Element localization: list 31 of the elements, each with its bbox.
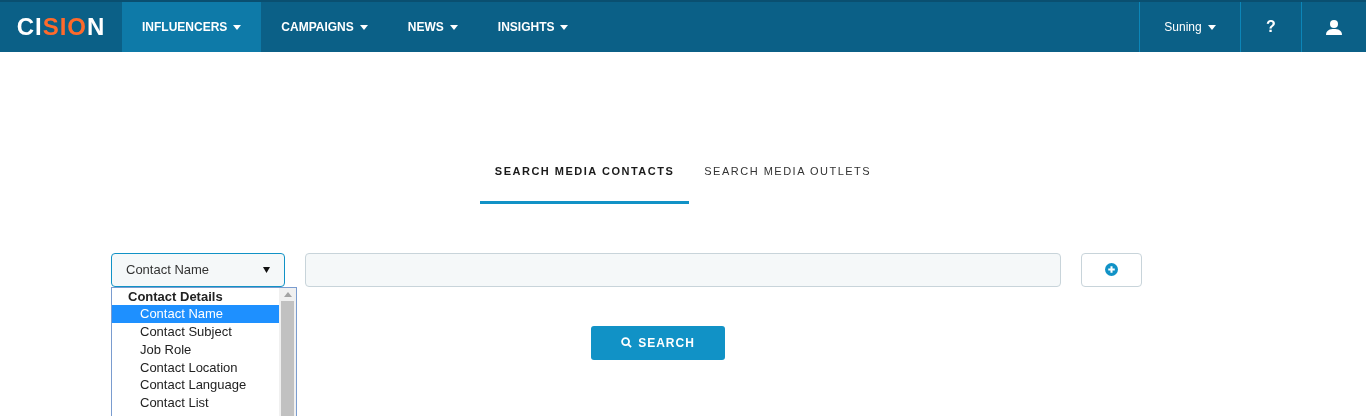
search-button[interactable]: SEARCH xyxy=(591,325,725,360)
caret-icon xyxy=(449,24,458,30)
caret-icon xyxy=(359,24,368,30)
scroll-up-icon xyxy=(283,291,292,297)
scrollbar[interactable] xyxy=(279,287,296,416)
search-input-field[interactable] xyxy=(305,252,1061,287)
option-group-label: Contact Details xyxy=(127,287,224,306)
dropdown-option[interactable]: Contact Language xyxy=(112,376,279,395)
search-tab[interactable]: SEARCH MEDIA OUTLETS xyxy=(689,157,887,204)
account-menu[interactable]: Suning xyxy=(1139,2,1240,52)
logo[interactable]: CISION xyxy=(0,2,122,52)
caret-icon xyxy=(263,266,270,273)
search-tab[interactable]: SEARCH MEDIA CONTACTS xyxy=(479,157,690,204)
add-button[interactable] xyxy=(1081,252,1142,287)
caret-icon xyxy=(233,24,242,30)
dropdown-option[interactable]: Job Role xyxy=(112,340,279,359)
caret-icon xyxy=(560,24,569,30)
search-icon xyxy=(621,337,633,348)
dropdown-option[interactable]: Contact Subject xyxy=(112,323,279,341)
field-select[interactable]: Contact Name xyxy=(111,252,285,287)
dropdown-option[interactable]: Contact List xyxy=(112,394,279,413)
plus-circle-icon xyxy=(1105,263,1118,276)
nav-menu-item[interactable]: NEWS xyxy=(387,2,478,52)
nav-menu-item[interactable]: INSIGHTS xyxy=(477,2,589,52)
scrollbar-thumb[interactable] xyxy=(281,300,294,416)
help-button[interactable]: ? xyxy=(1240,2,1301,52)
nav-menu-item[interactable]: CAMPAIGNS xyxy=(261,2,388,52)
dropdown-option[interactable]: Contact Location xyxy=(112,358,279,377)
caret-icon xyxy=(1207,24,1216,30)
user-icon xyxy=(1326,19,1342,35)
nav-menu-item[interactable]: INFLUENCERS xyxy=(122,2,262,52)
